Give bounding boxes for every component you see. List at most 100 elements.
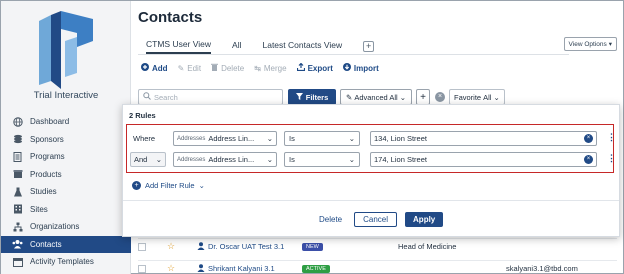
operator-value: Is <box>289 134 295 143</box>
sidebar-item-studies[interactable]: Studies <box>1 183 131 201</box>
sidebar-item-sites[interactable]: Sites <box>1 201 131 219</box>
field-name: Address Lin... <box>208 134 255 143</box>
sitemap-icon <box>12 222 23 232</box>
search-input[interactable]: Search <box>138 89 283 105</box>
row-checkbox[interactable] <box>138 242 146 251</box>
flask-icon <box>12 187 23 197</box>
chevron-down-icon: ⌄ <box>348 134 355 143</box>
advanced-filter-dropdown[interactable]: ✎ Advanced All ⌄ <box>340 89 412 105</box>
more-options-icon[interactable]: ⋮ <box>607 153 616 164</box>
tab-ctms-user-view[interactable]: CTMS User View <box>146 39 212 54</box>
sidebar-item-label: Studies <box>30 187 57 197</box>
chevron-down-icon: ⌄ <box>198 181 205 190</box>
search-placeholder: Search <box>154 92 178 102</box>
edit-icon: ✎ <box>346 92 353 102</box>
chevron-down-icon: ⌄ <box>266 155 273 164</box>
value-input[interactable]: 134, Lion Street × <box>370 131 597 146</box>
sidebar-item-products[interactable]: Products <box>1 166 131 184</box>
sidebar: Trial Interactive Dashboard Sponsors Pro… <box>1 1 131 274</box>
view-options-dropdown[interactable]: View Options ▾ <box>563 37 617 51</box>
export-icon <box>296 62 305 73</box>
tab-latest-contacts-view[interactable]: Latest Contacts View <box>262 40 342 53</box>
trial-interactive-logo[interactable] <box>39 11 93 89</box>
edit-label: Edit <box>187 63 202 73</box>
sidebar-item-dashboard[interactable]: Dashboard <box>1 113 131 131</box>
sidebar-item-label: Programs <box>30 152 65 162</box>
star-icon[interactable]: ☆ <box>167 263 175 274</box>
sidebar-item-label: Dashboard <box>30 117 70 127</box>
search-row: Search Filters ✎ Advanced All ⌄ + × Favo… <box>138 89 617 105</box>
user-icon <box>197 241 205 252</box>
sidebar-item-programs[interactable]: Programs <box>1 148 131 166</box>
delete-label: Delete <box>221 63 245 73</box>
edit-button[interactable]: ✎ Edit <box>178 64 202 73</box>
building-icon <box>12 204 23 214</box>
add-tab-button[interactable]: + <box>363 41 375 52</box>
sidebar-item-contacts[interactable]: Contacts <box>1 235 131 253</box>
sidebar-item-label: Organizations <box>30 222 80 232</box>
sidebar-item-label: Sites <box>30 204 48 214</box>
add-label: Add <box>152 63 168 73</box>
contact-role: Head of Medicine <box>398 242 457 251</box>
import-icon <box>342 63 351 73</box>
merge-icon: ↹ <box>254 63 261 73</box>
rules-count: 2 Rules <box>129 111 156 120</box>
contact-email: skalyani3.1@tbd.com <box>506 264 578 273</box>
page-title: Contacts <box>138 9 203 26</box>
field-name: Address Lin... <box>208 155 255 164</box>
cancel-button[interactable]: Cancel <box>354 212 398 227</box>
close-icon[interactable]: × <box>435 92 445 102</box>
plus-circle-icon: + <box>132 181 141 190</box>
sidebar-item-organizations[interactable]: Organizations <box>1 218 131 236</box>
filter-icon <box>295 92 303 102</box>
field-category: Addresses <box>177 156 206 163</box>
more-options-icon[interactable]: ⋮ <box>607 132 616 143</box>
operator-select[interactable]: Is ⌄ <box>284 152 360 167</box>
view-tabs: CTMS User View All Latest Contacts View … <box>146 39 375 54</box>
add-button[interactable]: Add <box>141 63 168 73</box>
add-filter-rule-button[interactable]: + Add Filter Rule ⌄ <box>132 181 205 190</box>
favorite-dropdown[interactable]: Favorite All ⌄ <box>449 89 505 105</box>
sidebar-item-label: Products <box>30 169 62 179</box>
delete-rules-button[interactable]: Delete <box>315 215 346 224</box>
filters-button[interactable]: Filters <box>288 89 336 105</box>
conjunction-select[interactable]: And ⌄ <box>130 152 166 167</box>
contact-name-link[interactable]: Dr. Oscar UAT Test 3.1 <box>197 241 284 252</box>
star-icon[interactable]: ☆ <box>167 241 175 252</box>
tab-all[interactable]: All <box>232 40 241 53</box>
import-button[interactable]: Import <box>342 63 379 73</box>
field-select[interactable]: Addresses Address Lin... ⌄ <box>173 152 277 167</box>
contact-name: Shrikant Kalyani 3.1 <box>208 264 275 273</box>
table-row[interactable]: ☆ Shrikant Kalyani 3.1 ACTIVE skalyani3.… <box>138 260 617 274</box>
advanced-label: Advanced All <box>354 92 398 102</box>
row-checkbox[interactable] <box>138 264 146 273</box>
trash-icon <box>211 63 219 73</box>
operator-select[interactable]: Is ⌄ <box>284 131 360 146</box>
apply-button[interactable]: Apply <box>405 212 444 227</box>
conjunction-value: And <box>134 155 148 164</box>
sidebar-item-activity-templates[interactable]: Activity Templates <box>1 253 131 271</box>
pencil-icon: ✎ <box>177 63 185 73</box>
view-options-label: View Options <box>568 40 607 48</box>
contact-name-link[interactable]: Shrikant Kalyani 3.1 <box>197 263 275 274</box>
box-icon <box>12 169 23 179</box>
rules-highlight-box: Where Addresses Address Lin... ⌄ Is ⌄ 13… <box>126 124 616 173</box>
value-input[interactable]: 174, Lion Street × <box>370 152 597 167</box>
filter-rule-1: Where Addresses Address Lin... ⌄ Is ⌄ 13… <box>130 131 616 146</box>
clear-icon[interactable]: × <box>584 155 593 164</box>
field-select[interactable]: Addresses Address Lin... ⌄ <box>173 131 277 146</box>
brand-name: Trial Interactive <box>33 90 99 101</box>
filter-rule-2: And ⌄ Addresses Address Lin... ⌄ Is ⌄ 17… <box>130 152 616 167</box>
chevron-down-icon: ⌄ <box>493 92 500 102</box>
table-row[interactable]: ☆ Dr. Oscar UAT Test 3.1 NEW Head of Med… <box>138 238 617 254</box>
plus-circle-icon <box>141 63 149 73</box>
export-button[interactable]: Export <box>296 62 333 73</box>
add-filter-button[interactable]: + <box>416 89 430 105</box>
globe-icon <box>12 117 23 127</box>
merge-button[interactable]: ↹ Merge <box>254 64 286 73</box>
delete-button[interactable]: Delete <box>211 63 244 73</box>
clear-icon[interactable]: × <box>584 134 593 143</box>
sidebar-item-label: Activity Templates <box>30 257 94 267</box>
sidebar-item-sponsors[interactable]: Sponsors <box>1 131 131 149</box>
favorite-value: All <box>483 92 492 102</box>
